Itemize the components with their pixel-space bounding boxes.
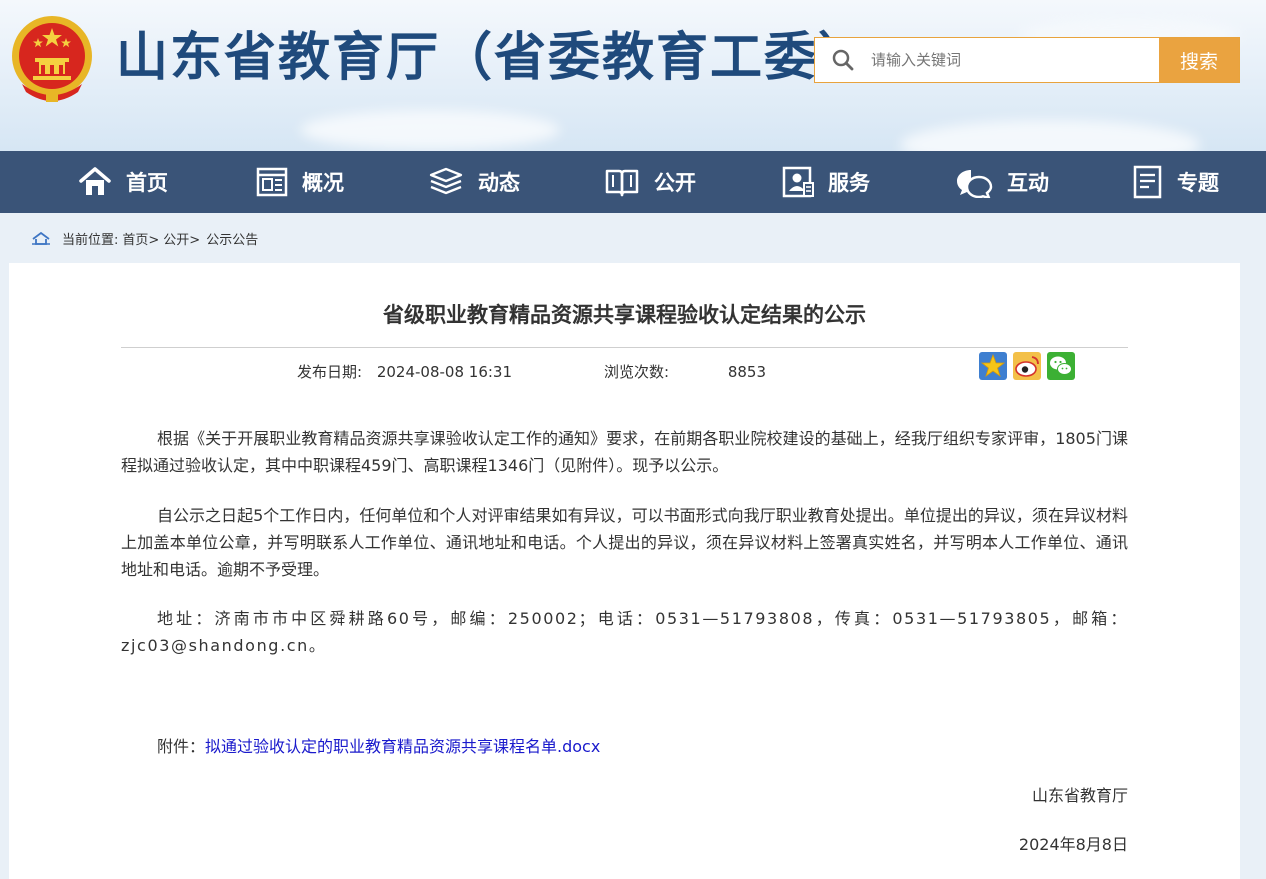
breadcrumb: 当前位置: 首页> 公开> 公示公告: [32, 228, 258, 248]
views-count: 8853: [727, 363, 767, 381]
header-cloud: [900, 120, 1200, 151]
views-meta: 浏览次数: 8853: [604, 361, 766, 382]
header-cloud: [300, 110, 560, 150]
book-icon: [605, 169, 639, 197]
national-emblem-icon: [12, 16, 92, 102]
signature-org: 山东省教育厅: [1031, 786, 1128, 805]
document-icon: [1133, 165, 1162, 199]
nav-label: 概况: [302, 171, 344, 195]
nav-item-public[interactable]: 公开: [604, 151, 696, 213]
attachment: 附件：拟通过验收认定的职业教育精品资源共享课程名单.docx: [157, 733, 600, 757]
nav-label: 公开: [654, 171, 696, 195]
overview-icon: [256, 167, 288, 197]
signature-date: 2024年8月8日: [1018, 835, 1128, 854]
search-input[interactable]: [871, 38, 1159, 82]
main-nav: 首页 概况 动态 公开 服务 互动 专题: [0, 151, 1266, 213]
nav-item-topics[interactable]: 专题: [1133, 151, 1219, 213]
article-paragraph: 地址：济南市市中区舜耕路60号，邮编：250002；电话：0531—517938…: [121, 609, 1128, 655]
attachment-label: 附件：: [157, 737, 206, 756]
layers-icon: [429, 167, 463, 195]
article-paragraph: 自公示之日起5个工作日内，任何单位和个人对评审结果如有异议，可以书面形式向我厅职…: [121, 506, 1128, 579]
title-divider: [121, 347, 1128, 348]
search-box: 搜索: [814, 37, 1240, 83]
breadcrumb-prefix: 当前位置:: [62, 232, 119, 248]
publish-date: 2024-08-08 16:31: [376, 363, 513, 381]
nav-item-home[interactable]: 首页: [78, 151, 168, 213]
home-icon: [79, 167, 111, 195]
attachment-link[interactable]: 拟通过验收认定的职业教育精品资源共享课程名单.docx: [205, 737, 600, 756]
nav-item-overview[interactable]: 概况: [256, 151, 344, 213]
site-header: 山东省教育厅（省委教育工委） 搜索: [0, 0, 1266, 151]
search-icon: [815, 38, 871, 82]
site-title[interactable]: 山东省教育厅（省委教育工委）: [116, 26, 872, 90]
nav-item-news[interactable]: 动态: [428, 151, 520, 213]
nav-label: 互动: [1007, 171, 1049, 195]
publish-label: 发布日期:: [297, 363, 363, 381]
breadcrumb-notice-link[interactable]: 公示公告: [206, 229, 258, 248]
service-icon: [782, 166, 814, 198]
chat-icon: [957, 170, 993, 198]
views-label: 浏览次数:: [604, 363, 670, 381]
nav-item-interact[interactable]: 互动: [955, 151, 1049, 213]
search-button[interactable]: 搜索: [1159, 38, 1239, 82]
article-paragraph: 根据《关于开展职业教育精品资源共享课验收认定工作的通知》要求，在前期各职业院校建…: [121, 429, 1128, 475]
publish-meta: 发布日期: 2024-08-08 16:31: [297, 361, 512, 382]
nav-label: 服务: [828, 171, 870, 195]
weibo-icon[interactable]: [1013, 352, 1041, 380]
nav-label: 专题: [1177, 171, 1219, 195]
home-icon: [32, 231, 50, 245]
article-title: 省级职业教育精品资源共享课程验收认定结果的公示: [383, 303, 866, 327]
nav-item-service[interactable]: 服务: [782, 151, 870, 213]
breadcrumb-public-link[interactable]: 公开>: [163, 229, 200, 248]
article-card: 省级职业教育精品资源共享课程验收认定结果的公示 发布日期: 2024-08-08…: [9, 263, 1240, 879]
nav-label: 动态: [478, 171, 520, 195]
wechat-icon[interactable]: [1047, 352, 1075, 380]
breadcrumb-home-link[interactable]: 首页>: [122, 229, 159, 248]
star-favorite-icon[interactable]: [979, 352, 1007, 380]
nav-label: 首页: [126, 171, 168, 195]
